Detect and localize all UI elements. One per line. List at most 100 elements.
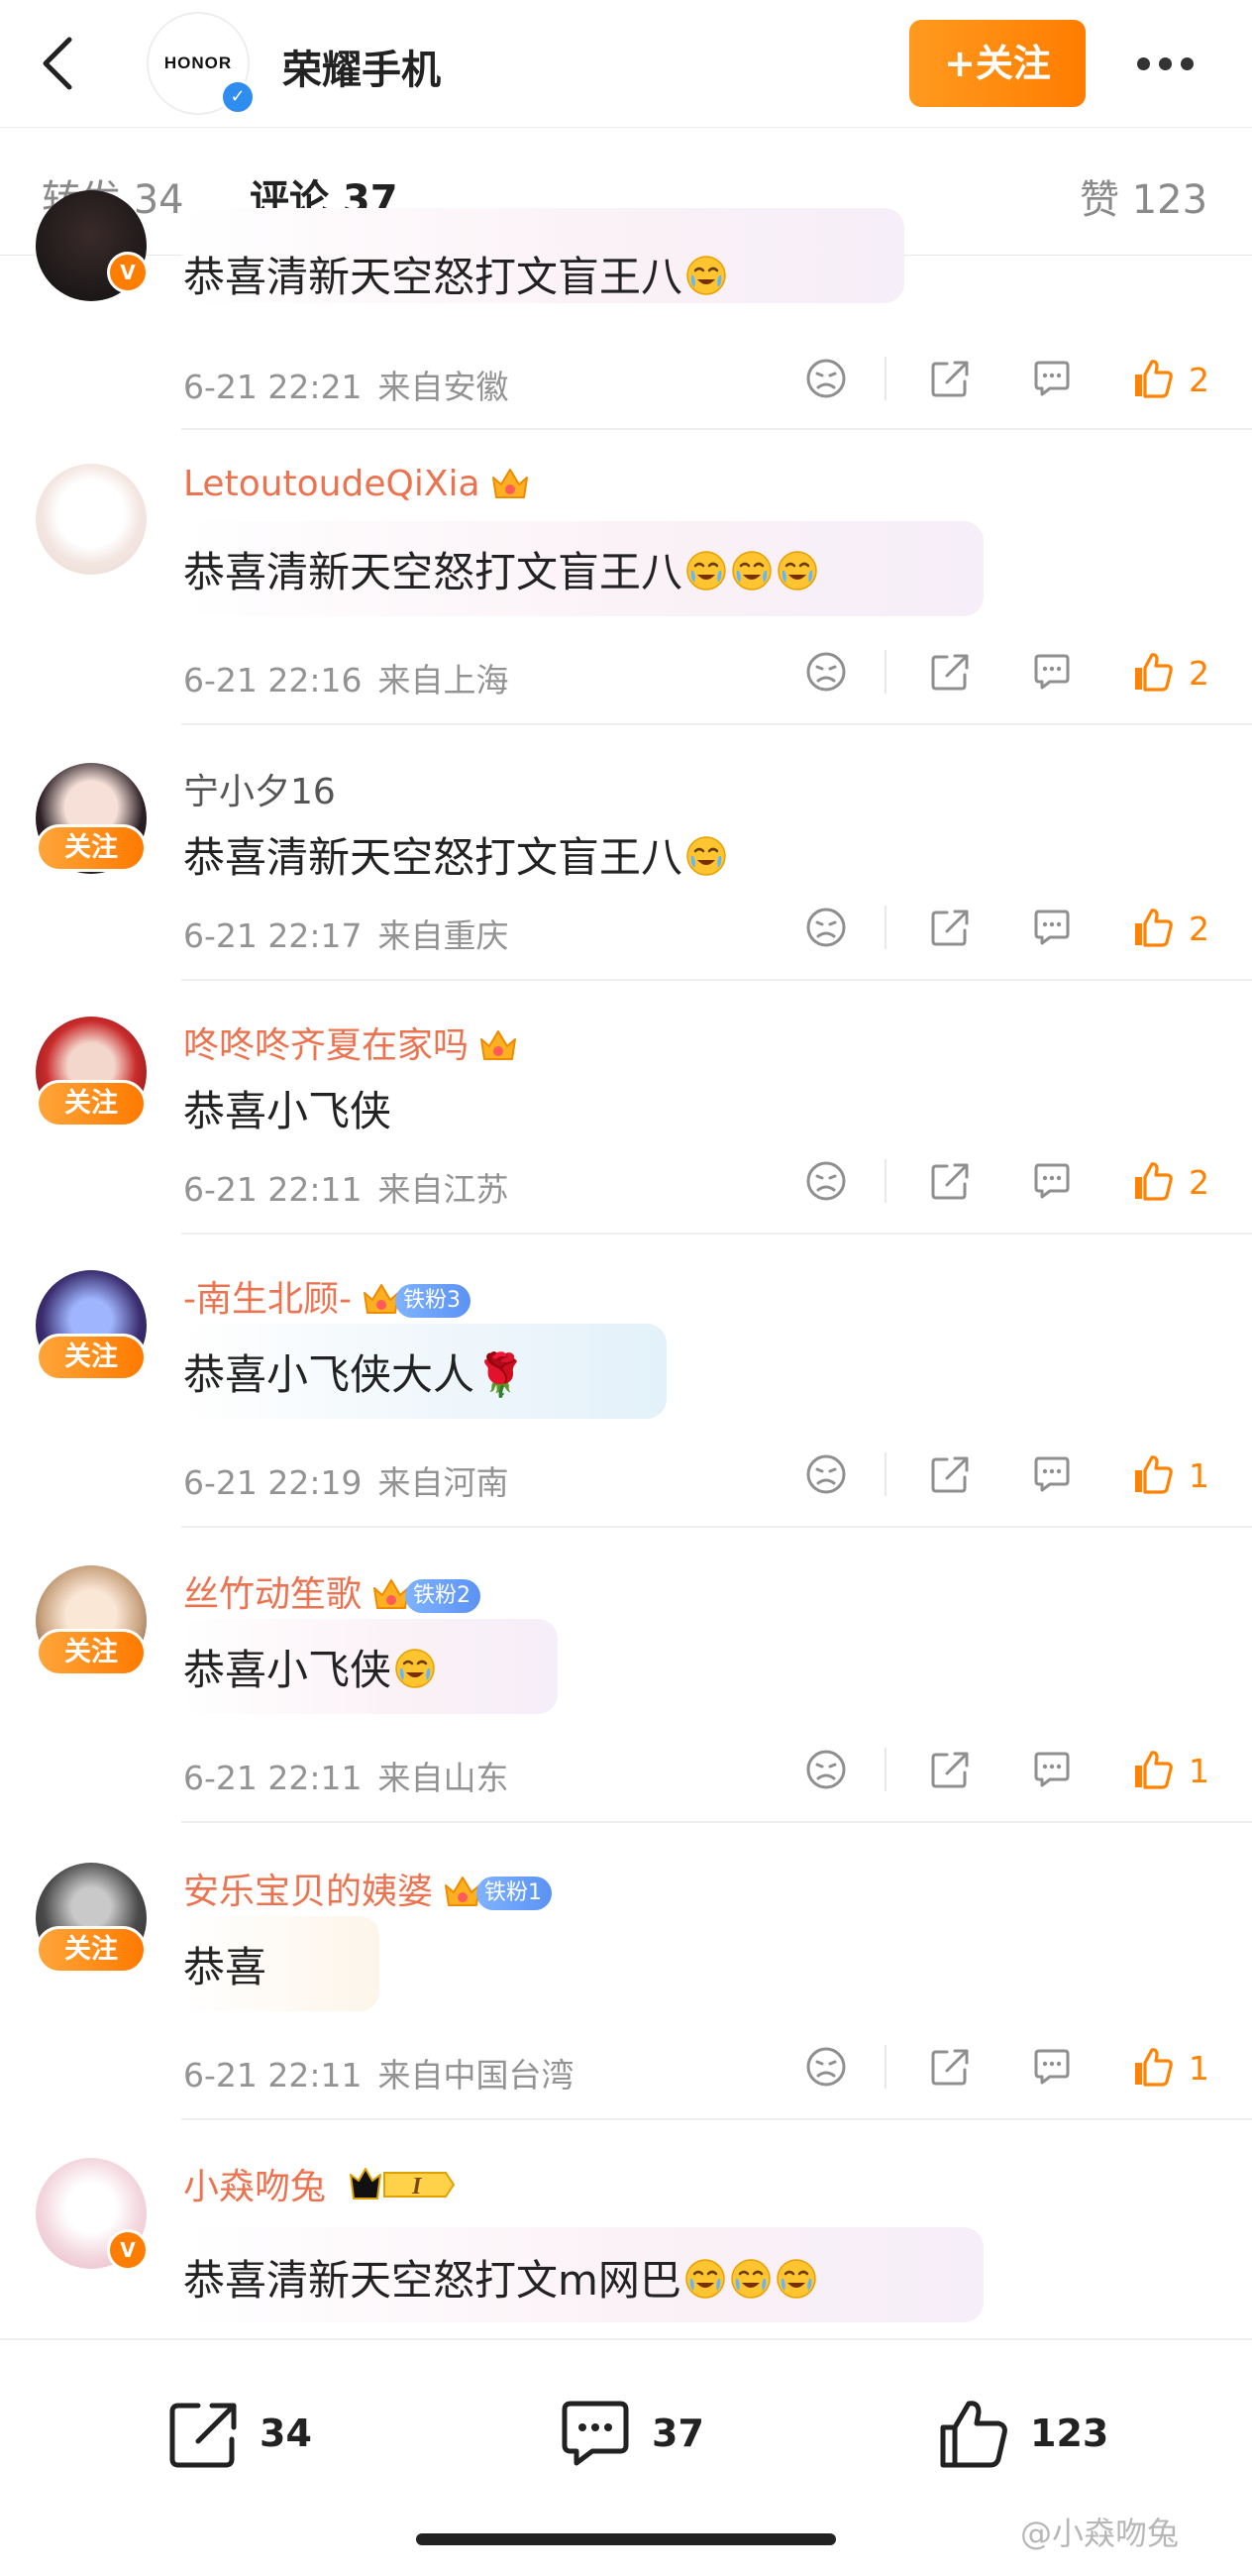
share-icon[interactable] — [928, 906, 972, 949]
dislike-icon[interactable] — [804, 906, 848, 949]
rose-icon: 🌹 — [474, 1350, 527, 1399]
divider — [885, 1452, 887, 1496]
dislike-icon[interactable] — [804, 1452, 848, 1496]
emoji-icon — [776, 549, 819, 592]
dislike-icon[interactable] — [804, 1159, 848, 1203]
like-icon[interactable] — [1131, 650, 1175, 694]
follow-button[interactable]: 关注 — [36, 1334, 147, 1381]
account-name[interactable]: 荣耀手机 — [282, 38, 441, 95]
repost-button[interactable]: 34 — [164, 2396, 333, 2475]
tab-likes[interactable]: 赞 123 — [1080, 167, 1207, 225]
like-count: 123 — [1030, 2412, 1109, 2455]
crown-icon — [478, 1027, 518, 1063]
more-icon[interactable] — [1137, 55, 1202, 71]
fan-badge: 铁粉1 — [476, 1877, 553, 1910]
top-bar: HONOR ✓ 荣耀手机 +关注 — [0, 0, 1252, 127]
username[interactable]: 安乐宝贝的姨婆 铁粉1 — [183, 1863, 553, 1914]
comment-text: 恭喜小飞侠 — [183, 1087, 392, 1135]
comment-meta: 6-21 22:11 来自中国台湾 — [183, 2056, 574, 2094]
username[interactable]: 丝竹动笙歌 铁粉2 — [183, 1565, 481, 1617]
username[interactable]: LetoutoudeQiXia — [183, 464, 530, 504]
dislike-icon[interactable] — [804, 650, 848, 694]
share-icon[interactable] — [928, 1748, 972, 1791]
comment-text: 恭喜清新天空怒打文盲王八 — [183, 824, 728, 885]
emoji-icon — [684, 549, 728, 592]
like-icon[interactable] — [1131, 1748, 1175, 1791]
emoji-icon — [730, 549, 774, 592]
verified-icon: V — [107, 252, 149, 293]
like-count: 2 — [1189, 1163, 1209, 1202]
divider — [885, 357, 887, 400]
share-icon[interactable] — [928, 650, 972, 694]
crown-icon — [490, 466, 530, 501]
comment-icon[interactable] — [1030, 1748, 1074, 1791]
divider — [181, 979, 1252, 981]
comment-text: 恭喜 — [183, 1943, 267, 1991]
like-button[interactable]: 123 — [935, 2396, 1133, 2475]
dislike-icon[interactable] — [804, 2045, 848, 2089]
like-icon[interactable] — [1131, 357, 1175, 400]
comment-text: 恭喜清新天空怒打文盲王八 — [183, 244, 728, 304]
share-icon[interactable] — [928, 2045, 972, 2089]
like-count: 2 — [1189, 654, 1209, 693]
verified-icon: ✓ — [220, 79, 256, 115]
like-count: 1 — [1189, 1752, 1209, 1790]
like-count: 1 — [1189, 2049, 1209, 2088]
divider — [885, 1748, 887, 1791]
like-icon[interactable] — [1131, 1452, 1175, 1496]
username[interactable]: 咚咚咚齐夏在家吗 — [183, 1017, 518, 1068]
comment-text: 恭喜清新天空怒打文盲王八 — [183, 539, 819, 599]
username[interactable]: 小猋吻兔 I — [183, 2158, 456, 2209]
dislike-icon[interactable] — [804, 1748, 848, 1791]
emoji-icon — [775, 2257, 818, 2301]
divider — [181, 1821, 1252, 1823]
follow-button[interactable]: 关注 — [36, 1629, 147, 1676]
comment-icon[interactable] — [1030, 1159, 1074, 1203]
dislike-icon[interactable] — [804, 357, 848, 400]
emoji-icon — [393, 1647, 437, 1690]
vip-badge: I — [350, 2168, 456, 2200]
like-count: 2 — [1189, 361, 1209, 399]
like-icon[interactable] — [1131, 906, 1175, 949]
comment-text: 恭喜小飞侠大人🌹 — [183, 1350, 527, 1399]
follow-button[interactable]: 关注 — [36, 1926, 147, 1974]
share-icon[interactable] — [928, 357, 972, 400]
username[interactable]: 宁小夕16 — [183, 763, 336, 814]
divider — [885, 650, 887, 694]
comment-button[interactable]: 37 — [557, 2396, 725, 2475]
follow-button[interactable]: 关注 — [36, 1080, 147, 1127]
fan-badge: 铁粉3 — [394, 1284, 470, 1318]
share-icon — [169, 2403, 237, 2468]
emoji-icon — [683, 2257, 727, 2301]
emoji-icon — [684, 834, 728, 878]
username[interactable]: -南生北顾- 铁粉3 — [183, 1270, 470, 1322]
honor-logo: HONOR — [163, 54, 233, 72]
comment-icon[interactable] — [1030, 650, 1074, 694]
comment-meta: 6-21 22:17 来自重庆 — [183, 916, 509, 955]
vip-level: I — [411, 2174, 423, 2200]
share-icon[interactable] — [928, 1452, 972, 1496]
like-count: 1 — [1189, 1456, 1209, 1495]
repost-count: 34 — [260, 2412, 312, 2455]
like-icon[interactable] — [1131, 1159, 1175, 1203]
comment-meta: 6-21 22:16 来自上海 — [183, 661, 509, 699]
watermark: @小猋吻兔 — [1020, 2515, 1180, 2552]
back-icon[interactable] — [30, 34, 89, 93]
divider — [885, 1159, 887, 1203]
like-icon[interactable] — [1131, 2045, 1175, 2089]
comment-icon[interactable] — [1030, 2045, 1074, 2089]
follow-button[interactable]: +关注 — [909, 20, 1086, 107]
comment-meta: 6-21 22:19 来自河南 — [183, 1463, 509, 1502]
comment-icon[interactable] — [1030, 357, 1074, 400]
comment-icon[interactable] — [1030, 906, 1074, 949]
comment-icon[interactable] — [1030, 1452, 1074, 1496]
home-indicator[interactable] — [416, 2533, 836, 2545]
like-icon — [940, 2401, 1007, 2468]
divider — [181, 1526, 1252, 1528]
divider — [181, 723, 1252, 725]
user-avatar[interactable] — [36, 464, 147, 575]
follow-button[interactable]: 关注 — [36, 824, 147, 872]
like-count: 2 — [1189, 910, 1209, 948]
share-icon[interactable] — [928, 1159, 972, 1203]
comment-meta: 6-21 22:11 来自山东 — [183, 1759, 509, 1797]
